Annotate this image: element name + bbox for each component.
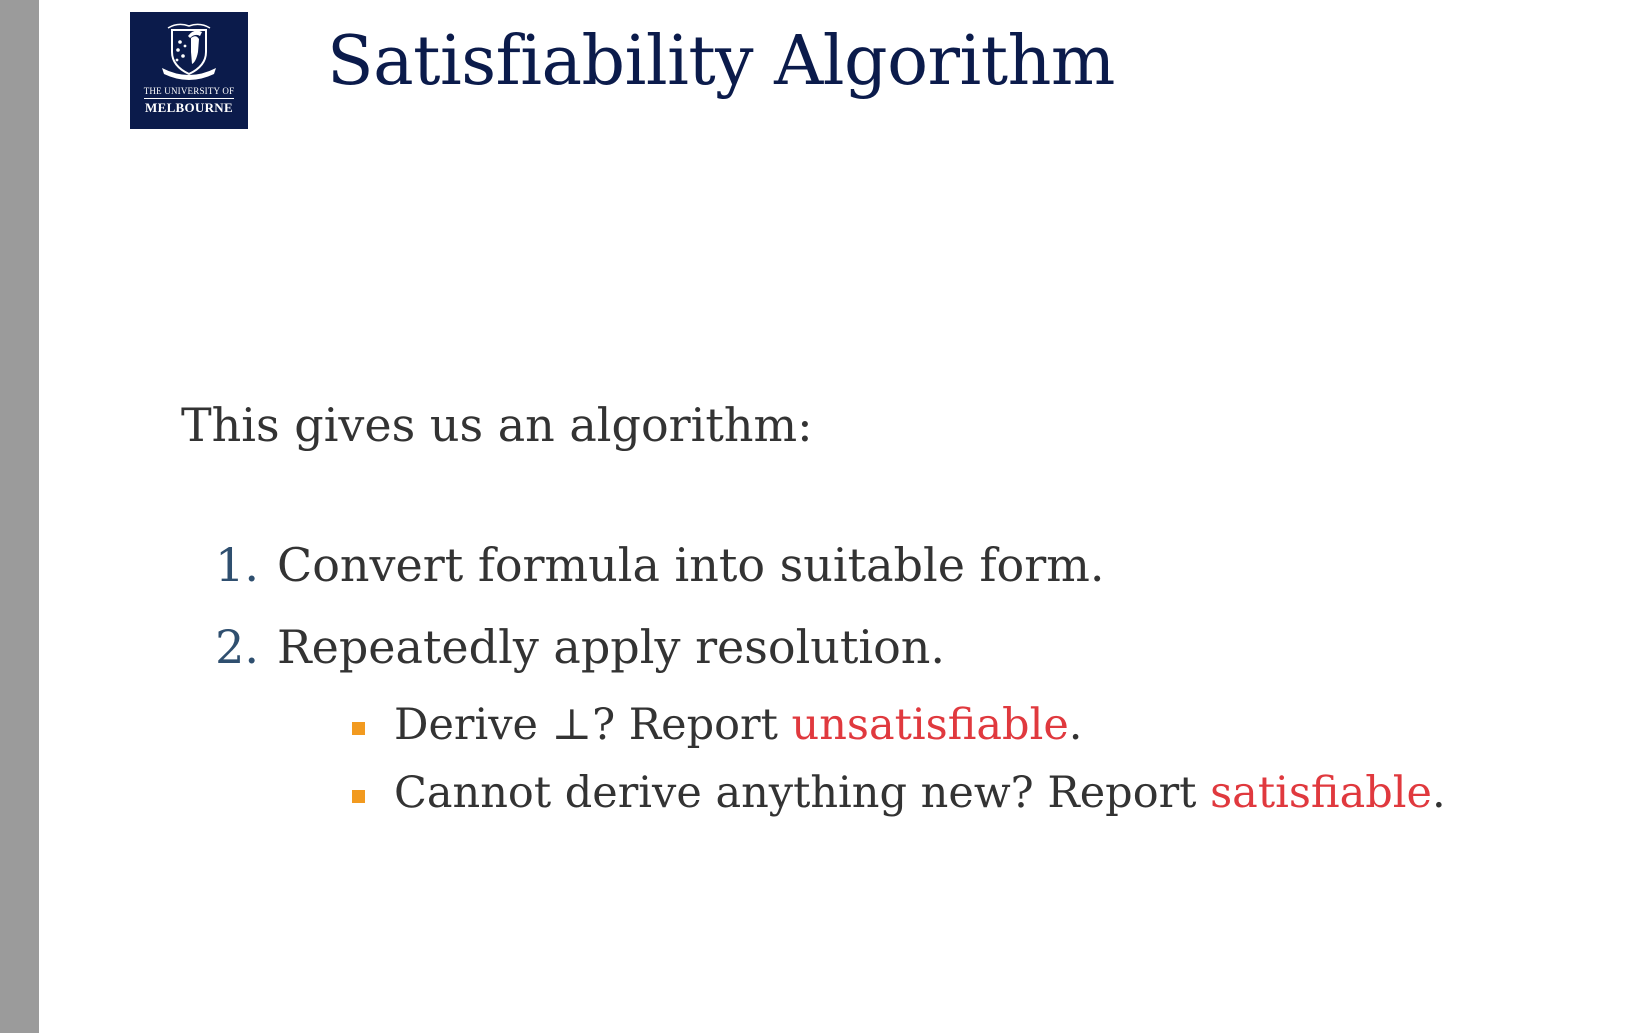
university-logo: THE UNIVERSITY OF MELBOURNE — [130, 12, 248, 129]
square-bullet-icon — [352, 790, 365, 803]
left-side-bar — [0, 0, 39, 1033]
crest-icon — [162, 23, 216, 80]
sub-item-prefix: Derive ⊥? Report — [394, 700, 792, 750]
list-item: 2. Repeatedly apply resolution. — [199, 620, 1199, 680]
highlight-unsatisfiable: unsatisfiable — [791, 700, 1069, 750]
slide-title: Satisfiability Algorithm — [327, 22, 1115, 101]
sub-list-item: Cannot derive anything new? Report satis… — [352, 768, 1552, 824]
slide: THE UNIVERSITY OF MELBOURNE Satisfiabili… — [39, 0, 1629, 1033]
list-number: 1. — [215, 538, 259, 592]
list-item-text: Convert formula into suitable form. — [277, 538, 1105, 592]
list-item-text: Repeatedly apply resolution. — [277, 620, 946, 674]
logo-divider — [144, 98, 234, 99]
list-number: 2. — [215, 620, 259, 674]
sub-item-text: Cannot derive anything new? Report satis… — [394, 768, 1446, 818]
sub-item-suffix: . — [1068, 700, 1083, 750]
square-bullet-icon — [352, 722, 365, 735]
logo-text-line1: THE UNIVERSITY OF — [143, 86, 235, 96]
sub-item-suffix: . — [1431, 768, 1446, 818]
logo-text-line2: MELBOURNE — [145, 100, 233, 115]
sub-item-prefix: Cannot derive anything new? Report — [394, 768, 1211, 818]
list-item: 1. Convert formula into suitable form. — [199, 538, 1199, 598]
intro-text: This gives us an algorithm: — [181, 398, 813, 452]
sub-item-text: Derive ⊥? Report unsatisfiable. — [394, 700, 1082, 750]
sub-list-item: Derive ⊥? Report unsatisfiable. — [352, 700, 1552, 756]
highlight-satisfiable: satisfiable — [1210, 768, 1432, 818]
